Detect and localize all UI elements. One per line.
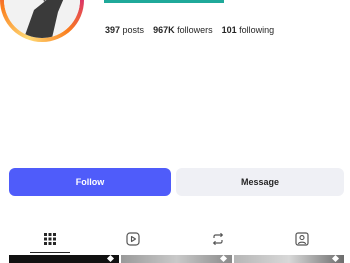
tab-reels[interactable] bbox=[103, 226, 163, 252]
post-thumbnail[interactable] bbox=[234, 254, 344, 263]
tagged-user-icon bbox=[295, 232, 309, 246]
post-thumbnail[interactable] bbox=[121, 254, 232, 263]
tab-tagged[interactable] bbox=[272, 226, 332, 252]
pinned-icon bbox=[219, 254, 228, 263]
avatar[interactable] bbox=[4, 0, 80, 38]
posts-grid bbox=[9, 254, 344, 263]
profile-avatar-ring[interactable] bbox=[0, 0, 84, 42]
pinned-icon bbox=[106, 254, 115, 263]
repost-icon bbox=[211, 232, 225, 246]
follow-button[interactable]: Follow bbox=[9, 168, 171, 196]
profile-tabs bbox=[0, 226, 350, 254]
reels-play-icon bbox=[126, 232, 140, 246]
following-count[interactable]: 101 following bbox=[222, 25, 275, 35]
profile-stats: 397 posts 967K followers 101 following bbox=[105, 25, 274, 35]
post-thumbnail[interactable] bbox=[9, 254, 119, 263]
posts-count[interactable]: 397 posts bbox=[105, 25, 144, 35]
message-button[interactable]: Message bbox=[176, 168, 344, 196]
grid-icon bbox=[44, 233, 56, 245]
tab-posts-grid[interactable] bbox=[20, 226, 80, 252]
active-tab-indicator bbox=[30, 252, 70, 253]
header-accent-bar bbox=[104, 0, 224, 3]
pinned-icon bbox=[331, 254, 340, 263]
tab-reposts[interactable] bbox=[188, 226, 248, 252]
followers-count[interactable]: 967K followers bbox=[153, 25, 213, 35]
